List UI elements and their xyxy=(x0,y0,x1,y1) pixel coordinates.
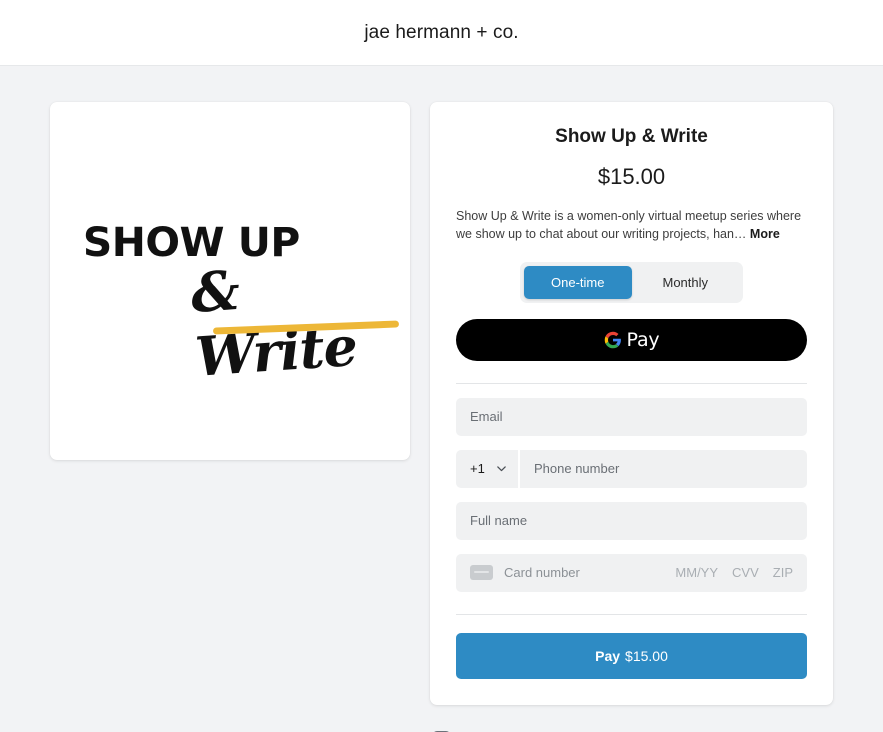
checkout-card: Show Up & Write $15.00 Show Up & Write i… xyxy=(430,102,833,705)
card-cvv-field[interactable]: CVV xyxy=(732,565,759,580)
country-code-value: +1 xyxy=(470,461,485,476)
phone-placeholder: Phone number xyxy=(534,461,620,476)
phone-row: +1 Phone number xyxy=(456,449,807,488)
country-code-select[interactable]: +1 xyxy=(456,449,520,488)
card-details-row: Card number MM/YY CVV ZIP xyxy=(456,553,807,592)
product-logo-art: SHOW UP & Write xyxy=(65,196,400,389)
full-name-field[interactable]: Full name xyxy=(456,501,807,540)
google-g-icon xyxy=(604,331,622,349)
email-placeholder: Email xyxy=(470,409,503,424)
google-pay-button[interactable]: Pay xyxy=(456,318,807,361)
merchant-name: jae hermann + co. xyxy=(364,21,519,43)
full-name-placeholder: Full name xyxy=(470,513,528,528)
card-zip-field[interactable]: ZIP xyxy=(773,565,793,580)
item-title: Show Up & Write xyxy=(555,126,708,147)
divider-above-pay xyxy=(456,613,807,615)
frequency-option-one-time[interactable]: One-time xyxy=(524,265,632,299)
email-field[interactable]: Email xyxy=(456,397,807,436)
product-logo-line2: & Write xyxy=(188,257,359,389)
item-price: $15.00 xyxy=(597,164,666,189)
card-expiry-field[interactable]: MM/YY xyxy=(675,565,718,580)
chevron-down-icon xyxy=(496,463,507,474)
product-image-card: SHOW UP & Write xyxy=(50,102,410,460)
google-pay-label: Pay xyxy=(626,328,660,351)
pay-button-amount: $15.00 xyxy=(625,647,668,664)
frequency-toggle: One-time Monthly xyxy=(520,261,743,303)
pay-button-label: Pay xyxy=(595,647,621,664)
pay-button[interactable]: Pay $15.00 xyxy=(456,632,807,679)
divider-above-form xyxy=(456,382,807,384)
more-link[interactable]: More xyxy=(750,227,780,241)
phone-number-field[interactable]: Phone number xyxy=(520,450,807,488)
checkout-page: SHOW UP & Write Show Up & Write $15.00 S… xyxy=(0,66,883,705)
credit-card-icon xyxy=(470,565,493,580)
frequency-option-monthly[interactable]: Monthly xyxy=(632,266,740,299)
site-header: jae hermann + co. xyxy=(0,0,883,66)
card-extra-fields: MM/YY CVV ZIP xyxy=(675,565,793,580)
item-description: Show Up & Write is a women-only virtual … xyxy=(456,208,807,244)
card-number-field[interactable]: Card number xyxy=(504,565,675,580)
